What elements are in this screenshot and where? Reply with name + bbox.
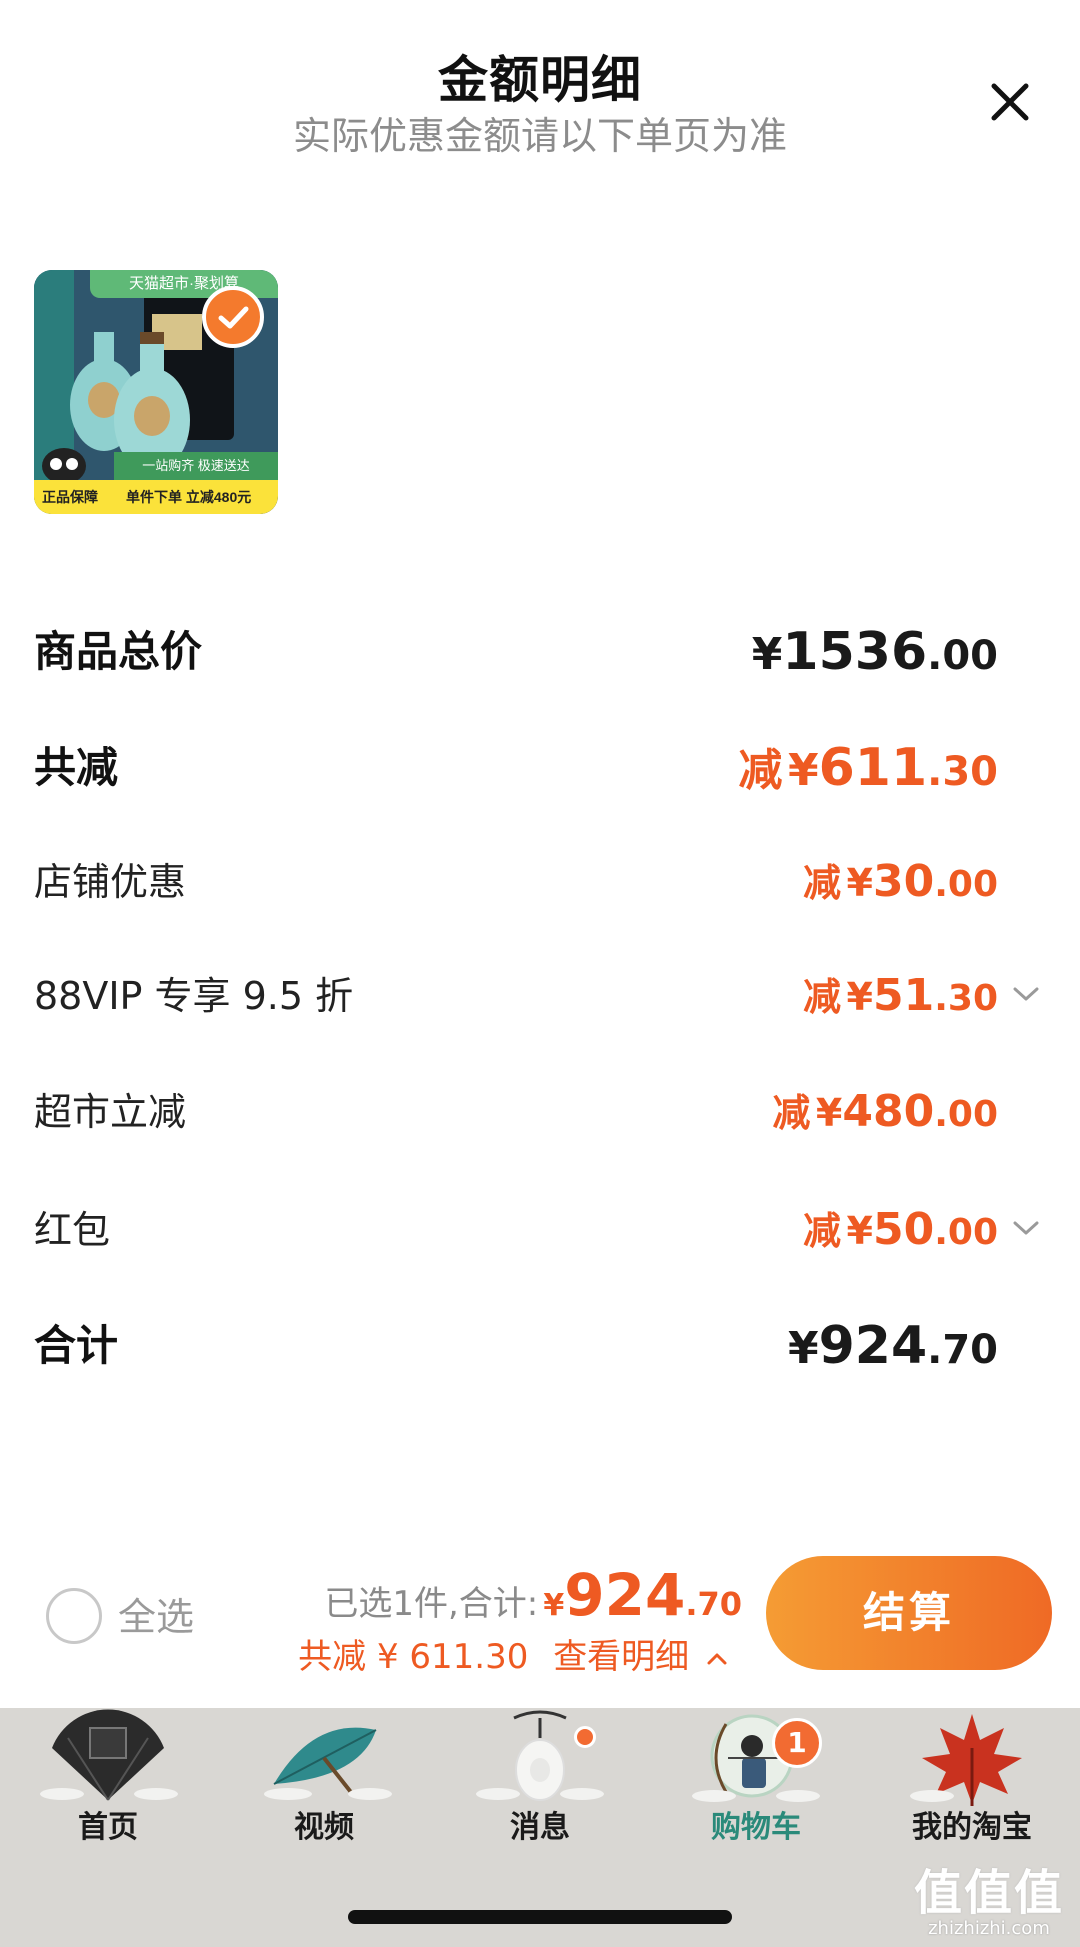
select-all-radio[interactable] [46,1588,102,1644]
jade-pendant-message-icon [476,1710,604,1801]
tab-video[interactable]: 视频 [216,1708,432,1845]
checkout-button[interactable]: 结算 [766,1556,1052,1670]
tab-home[interactable]: 首页 [0,1708,216,1845]
tab-label: 消息 [510,1810,570,1845]
tab-label: 视频 [294,1810,354,1845]
product-promo-text: 单件下单 立减480元 [126,489,252,505]
watermark-logo: 值值值 [913,1865,1064,1921]
row-amount: ¥924.70 [787,1316,998,1376]
amount-detail-sheet: 金额明细 实际优惠金额请以下单页为准 天猫超市·聚划算 一站购齐 极速送达 正品… [0,0,1080,1708]
product-selected-check[interactable] [202,286,264,348]
row-amount: ¥1536.00 [751,622,998,682]
sheet-title: 金额明细 [438,51,642,109]
tab-label: 首页 [78,1810,138,1845]
row-label: 红包 [34,1208,111,1252]
row-supermarket-discount: 超市立减 减 ¥480.00 [34,1072,1040,1152]
row-total-discount: 共减 减 ¥611.30 [34,728,1040,808]
chevron-down-icon[interactable] [1012,984,1040,1004]
tab-label: 购物车 [711,1810,801,1845]
sheet-subtitle: 实际优惠金额请以下单页为准 [292,114,787,158]
row-88vip-discount[interactable]: 88VIP 专享 9.5 折 减 ¥51.30 [34,956,1040,1036]
chevron-down-icon[interactable] [1012,1218,1040,1238]
tab-messages[interactable]: 消息 [432,1708,648,1845]
row-label: 超市立减 [34,1090,187,1134]
row-grand-total: 合计 ¥924.70 [34,1306,1040,1386]
row-label: 合计 [34,1321,119,1370]
row-label: 店铺优惠 [34,860,187,904]
row-amount: 减 ¥50.00 [802,1204,998,1255]
fan-taobao-home-icon [40,1709,178,1801]
row-amount: 减 ¥30.00 [802,856,998,907]
discount-total-text: 共减 ¥ 611.30 [298,1637,529,1677]
umbrella-video-icon [264,1727,392,1800]
product-band-text: 一站购齐 极速送达 [114,452,278,480]
row-red-packet[interactable]: 红包 减 ¥50.00 [34,1190,1040,1270]
row-amount: 减 ¥611.30 [738,738,998,798]
close-icon[interactable] [980,72,1040,132]
row-label: 88VIP 专享 9.5 折 [34,974,354,1018]
row-goods-total: 商品总价 ¥1536.00 [34,612,1040,692]
select-all-label[interactable]: 全选 [118,1590,194,1644]
row-amount: 减 ¥51.30 [802,970,998,1021]
row-label: 商品总价 [34,627,203,676]
maple-leaf-profile-icon [910,1714,1022,1806]
row-label: 共减 [34,743,119,792]
tab-label: 我的淘宝 [912,1810,1032,1845]
site-watermark: 值值值 zhizhizhi.com [914,1867,1064,1939]
row-store-discount: 店铺优惠 减 ¥30.00 [34,842,1040,922]
row-amount: 减 ¥480.00 [772,1086,998,1137]
cart-count-badge: 1 [772,1718,822,1768]
watermark-url: zhizhizhi.com [928,1918,1050,1939]
product-thumbnail[interactable]: 天猫超市·聚划算 一站购齐 极速送达 正品保障 单件下单 立减480元 [34,270,278,514]
tab-cart[interactable]: 1 购物车 [648,1708,864,1845]
guarantee-badge: 正品保障 [34,480,106,514]
discount-summary[interactable]: 共减 ¥ 611.30 查看明细 [298,1632,728,1682]
unread-dot [574,1726,596,1748]
tab-my-taobao[interactable]: 我的淘宝 [864,1708,1080,1845]
home-indicator[interactable] [348,1910,732,1924]
view-detail-link[interactable]: 查看明细 [553,1637,689,1677]
checkmark-icon [218,306,249,329]
chevron-up-icon[interactable] [706,1652,728,1666]
checkout-bar: 全选 已选1件,合计: ¥924.70 共减 ¥ 611.30 查看明细 结算 [0,1540,1080,1708]
